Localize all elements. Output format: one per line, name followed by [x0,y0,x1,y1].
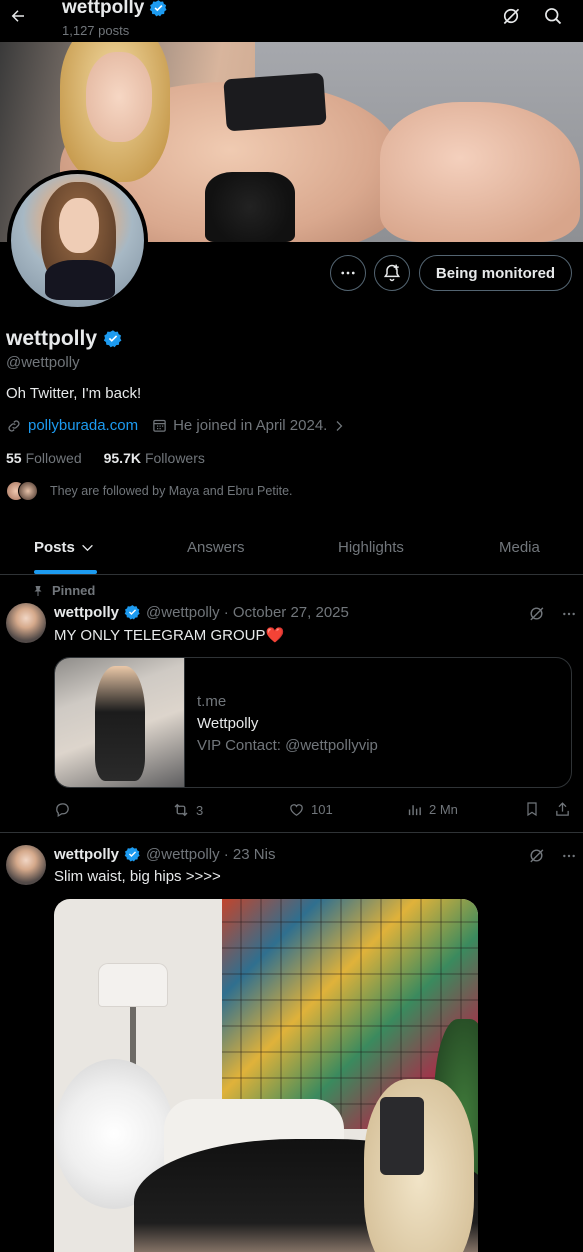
post-header: wettpolly @wettpolly · October 27, 2025 [54,604,349,621]
tab-media[interactable]: Media [499,539,540,556]
post-text: Slim waist, big hips >>>> [54,868,221,885]
more-options-button[interactable] [330,255,366,291]
post-top-actions [528,605,577,622]
website-link[interactable]: pollyburada.com [28,417,138,434]
followers-count[interactable]: 95.7K [104,450,141,466]
followed-by-row[interactable]: They are followed by Maya and Ebru Petit… [6,481,293,501]
tab-answers[interactable]: Answers [187,539,245,556]
share-icon [554,801,571,818]
following-button[interactable]: Being monitored [419,255,572,291]
grok-icon[interactable] [528,605,545,622]
views-icon [406,801,423,818]
profile-meta: pollyburada.com He joined in April 2024. [6,417,345,434]
link-icon [6,418,22,434]
post-count: 1,127 posts [62,23,130,38]
tab-posts[interactable]: Posts [34,539,94,556]
pinned-label: Pinned [52,583,96,598]
post-handle-date[interactable]: @wettpolly · October 27, 2025 [146,604,349,621]
following-count[interactable]: 55 [6,450,22,466]
views-button[interactable]: 2 Mn [406,801,458,818]
chevron-down-icon [81,541,94,554]
post-top-actions [528,847,577,864]
followers-label[interactable]: Followers [145,450,205,466]
profile-display-name: wettpolly [6,327,123,351]
grok-icon[interactable] [528,847,545,864]
verified-badge-icon[interactable] [103,329,123,349]
joined-date: He joined in April 2024. [173,417,328,434]
like-button[interactable]: 101 [288,801,333,818]
tab-posts-label: Posts [34,539,75,556]
link-card-title: Wettpolly [197,715,259,732]
bookmark-button[interactable] [524,801,540,817]
display-name-text: wettpolly [6,327,98,350]
follower-avatar [18,481,38,501]
like-icon [288,801,305,818]
bookmark-icon [524,801,540,817]
repost-button[interactable]: 3 [172,801,203,819]
reply-icon [54,801,71,818]
followed-by-text: They are followed by Maya and Ebru Petit… [50,484,293,498]
repost-icon [172,801,190,819]
tab-highlights[interactable]: Highlights [338,539,404,556]
post-header: wettpolly @wettpolly · 23 Nis [54,846,275,863]
post-avatar[interactable] [6,603,46,643]
like-count: 101 [311,802,333,817]
calendar-icon [152,418,167,433]
verified-badge-icon [124,604,141,621]
more-icon[interactable] [561,848,577,864]
profile-tabs: Posts Answers Highlights Media [0,523,583,575]
profile-handle: @wettpolly [6,354,80,371]
post-divider [0,832,583,833]
follow-stats: 55 Followed 95.7K Followers [6,450,205,466]
grok-icon[interactable] [501,6,521,26]
reply-button[interactable] [54,801,71,818]
post-author-name[interactable]: wettpolly [54,846,119,863]
chevron-right-icon[interactable] [333,420,345,432]
search-icon[interactable] [543,6,563,26]
header-name: wettpolly [62,0,145,18]
top-bar: wettpolly 1,127 posts [0,0,583,42]
link-card-description: VIP Contact: @wettpollyvip [197,737,378,754]
following-label[interactable]: Followed [26,450,82,466]
pin-icon [32,585,44,597]
verified-badge-icon [124,846,141,863]
views-count: 2 Mn [429,802,458,817]
link-card[interactable]: t.me Wettpolly VIP Contact: @wettpollyvi… [54,657,572,788]
post-actions: 3 101 2 Mn [54,801,572,821]
repost-count: 3 [196,802,204,818]
more-icon [339,264,357,282]
more-icon[interactable] [561,606,577,622]
post-media-image[interactable] [54,899,478,1252]
share-button[interactable] [554,801,571,818]
post-handle-date[interactable]: @wettpolly · 23 Nis [146,846,275,863]
header-title: wettpolly [62,0,168,19]
back-arrow-icon[interactable] [8,6,28,26]
profile-bio: Oh Twitter, I'm back! [6,385,142,402]
link-card-domain: t.me [197,693,227,710]
notifications-button[interactable] [374,255,410,291]
verified-badge-icon [149,0,168,18]
active-tab-indicator [34,570,97,574]
notification-add-icon [382,263,402,283]
link-card-image [55,658,185,787]
post-text: MY ONLY TELEGRAM GROUP❤️ [54,627,285,644]
post-avatar[interactable] [6,845,46,885]
profile-avatar[interactable] [7,170,148,311]
post-author-name[interactable]: wettpolly [54,604,119,621]
pinned-indicator: Pinned [32,583,95,598]
